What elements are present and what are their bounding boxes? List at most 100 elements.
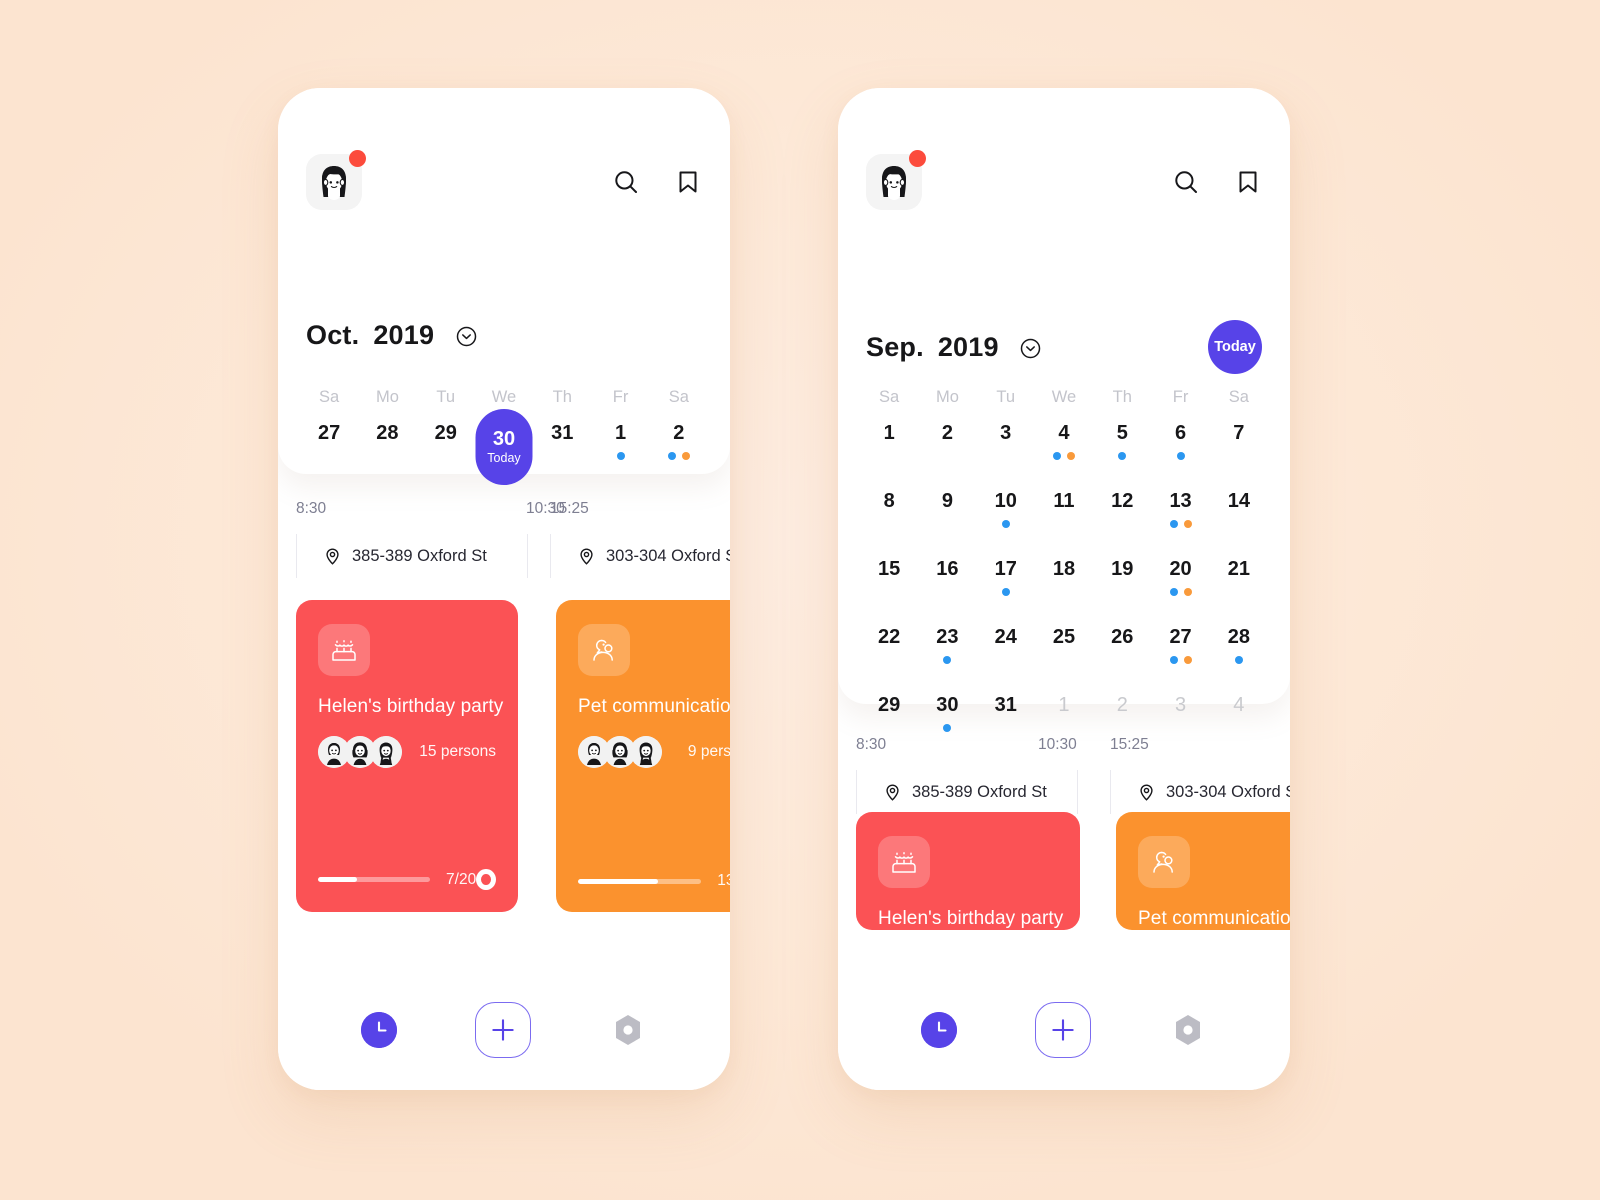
calendar-day-12[interactable]: 12 [1093,481,1151,549]
clock-icon[interactable] [921,1012,957,1048]
calendar-day-16[interactable]: 16 [918,549,976,617]
event-card[interactable]: Helen's birthday party [856,812,1080,930]
event-title: Pet communication [578,696,730,717]
gear-icon[interactable] [1169,1011,1207,1049]
top-bar-right [838,150,1290,214]
calendar-week-row: 15 16 17 18 19 20 21 [860,549,1268,617]
event-progress: 7/20 [318,869,496,890]
calendar-day-19[interactable]: 19 [1093,549,1151,617]
calendar-day-24[interactable]: 24 [977,617,1035,685]
bottom-nav-right [838,970,1290,1090]
bookmark-icon[interactable] [674,168,702,196]
calendar-day-11[interactable]: 11 [1035,481,1093,549]
calendar-day-21[interactable]: 21 [1210,549,1268,617]
day-number: 23 [936,626,959,648]
record-icon[interactable] [476,869,496,890]
calendar-day-14[interactable]: 14 [1210,481,1268,549]
calendar-day-22[interactable]: 22 [860,617,918,685]
calendar-day-29[interactable]: 29 [417,413,475,481]
calendar-day-20[interactable]: 20 [1151,549,1209,617]
calendar-day-7[interactable]: 7 [1210,413,1268,481]
participant-count: 15 persons [419,743,496,760]
chevron-down-icon[interactable] [456,323,477,347]
calendar-day-4[interactable]: 4 [1035,413,1093,481]
timeline-location-0[interactable]: 385-389 Oxford St [856,770,1078,814]
calendar-day-2[interactable]: 2 [918,413,976,481]
event-dot-blue [1001,520,1010,528]
calendar-day-9[interactable]: 9 [918,481,976,549]
calendar-day-28[interactable]: 28 [1210,617,1268,685]
timeline-location-1[interactable]: 303-304 Oxford St [550,534,730,578]
day-number: 17 [994,558,1017,580]
calendar-weeks-right: 1 2 3 4 5 6 7 8 9 10 11 12 13 14 15 16 17 18 19 20 21 22 23 24 2… [860,413,1268,753]
event-title: Helen's birthday party [318,696,504,717]
calendar-day-3[interactable]: 3 [977,413,1035,481]
chevron-down-icon[interactable] [1020,335,1041,358]
day-number: 30 [936,694,959,716]
calendar-day-4[interactable]: 4 [1210,685,1268,753]
calendar-day-6[interactable]: 6 [1151,413,1209,481]
timeline-time-0: 8:30 [296,500,327,517]
day-number: 20 [1169,558,1192,580]
calendar-day-1[interactable]: 1 [591,413,649,481]
calendar-day-30[interactable]: 30 Today [475,409,533,485]
timeline-divider [1076,770,1078,814]
event-card[interactable]: Pet communication 9 persons 13/20 [556,600,730,912]
event-dot-blue [1052,452,1061,460]
participant-avatars [318,736,402,768]
bookmark-icon[interactable] [1234,168,1262,196]
plus-icon[interactable] [475,1002,531,1058]
search-icon[interactable] [612,168,640,196]
day-number: 1 [883,422,895,444]
calendar-day-27[interactable]: 27 [1151,617,1209,685]
event-dot-blue [1118,452,1127,460]
calendar-day-1[interactable]: 1 [860,413,918,481]
weekday-label-tu-2: Tu [436,388,456,406]
day-event-dots [1176,452,1185,460]
event-card[interactable]: Helen's birthday party 15 persons 7/20 [296,600,518,912]
gear-icon[interactable] [609,1011,647,1049]
day-number: 13 [1169,490,1192,512]
calendar-day-25[interactable]: 25 [1035,617,1093,685]
calendar-day-18[interactable]: 18 [1035,549,1093,617]
event-dot-orange [1183,588,1192,596]
event-dot-blue [943,656,952,664]
calendar-day-13[interactable]: 13 [1151,481,1209,549]
calendar-day-27[interactable]: 27 [300,413,358,481]
calendar-day-26[interactable]: 26 [1093,617,1151,685]
timeline-location-0[interactable]: 385-389 Oxford St [296,534,528,578]
event-card[interactable]: Pet communication [1116,812,1290,930]
month-name: Oct. [306,320,360,350]
today-button[interactable]: Today [1208,320,1262,374]
calendar-day-28[interactable]: 28 [358,413,416,481]
calendar-day-17[interactable]: 17 [977,549,1035,617]
search-icon[interactable] [1172,168,1200,196]
bottom-nav-left [278,970,730,1090]
calendar-day-2[interactable]: 2 [650,413,708,481]
calendar-day-5[interactable]: 5 [1093,413,1151,481]
clock-icon[interactable] [361,1012,397,1048]
month-year: 2019 [373,320,435,350]
avatar[interactable] [866,150,926,210]
calendar-day-3[interactable]: 3 [1151,685,1209,753]
calendar-day-2[interactable]: 2 [1093,685,1151,753]
avatar[interactable] [306,150,366,210]
event-dot-blue [1001,588,1010,596]
plus-icon[interactable] [1035,1002,1091,1058]
notification-badge [349,150,366,167]
day-number: 1 [1058,694,1070,716]
calendar-day-29[interactable]: 29 [860,685,918,753]
location-pin-icon [577,547,596,566]
notification-badge [909,150,926,167]
day-number: 2 [673,422,685,444]
calendar-day-15[interactable]: 15 [860,549,918,617]
cake-icon [318,624,370,676]
calendar-day-31[interactable]: 31 [977,685,1035,753]
calendar-day-8[interactable]: 8 [860,481,918,549]
timeline-location-1[interactable]: 303-304 Oxford St [1110,770,1290,814]
calendar-day-30[interactable]: 30 [918,685,976,753]
calendar-day-10[interactable]: 10 [977,481,1035,549]
calendar-day-23[interactable]: 23 [918,617,976,685]
calendar-day-31[interactable]: 31 [533,413,591,481]
calendar-day-1[interactable]: 1 [1035,685,1093,753]
